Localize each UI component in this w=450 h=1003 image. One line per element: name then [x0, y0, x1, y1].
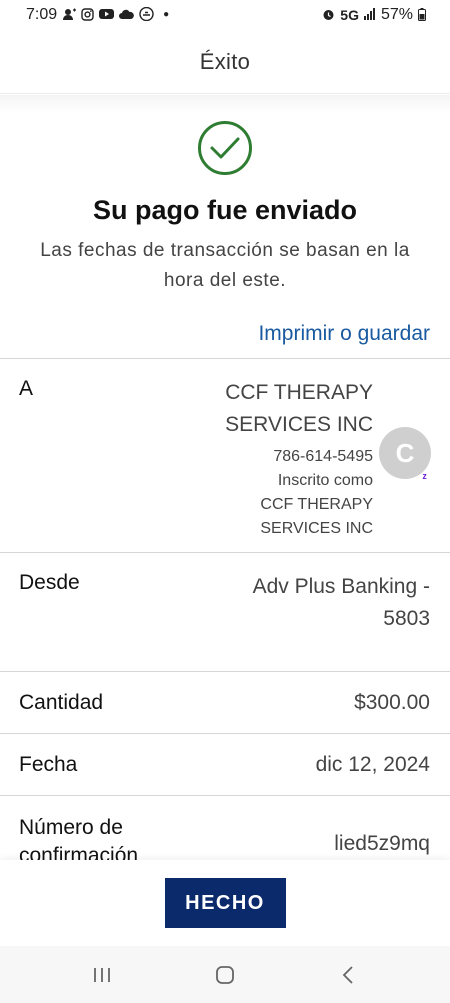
date-value: dic 12, 2024 [315, 752, 430, 776]
date-row: Fecha dic 12, 2024 [0, 733, 450, 795]
status-right: 5G 57% [322, 6, 426, 24]
signal-icon [363, 8, 376, 22]
success-title: Su pago fue enviado [92, 195, 358, 225]
recipient-phone: 786-614-5495 [273, 448, 373, 465]
from-label: Desde [19, 571, 80, 594]
checkmark-icon [198, 121, 252, 175]
youtube-icon [99, 8, 115, 22]
recipient-row: A CCF THERAPY SERVICES INC 786-614-5495 … [0, 358, 450, 552]
home-icon[interactable] [205, 960, 245, 990]
amount-value: $300.00 [354, 690, 430, 714]
system-nav-bar [0, 946, 450, 1003]
notification-dot-icon: ● [163, 9, 170, 20]
confirmation-number: lied5z9mq [334, 832, 430, 855]
network-type: 5G [340, 7, 359, 23]
payment-details: A CCF THERAPY SERVICES INC 786-614-5495 … [0, 358, 450, 860]
recipient-text: CCF THERAPY SERVICES INC 786-614-5495 In… [203, 377, 373, 541]
page-title: Éxito [199, 48, 251, 74]
status-time: 7:09 [26, 6, 58, 23]
confirmation-content[interactable]: Su pago fue enviado Las fechas de transa… [0, 95, 450, 860]
header-shadow [0, 95, 450, 113]
zelle-icon: ᶻ [422, 470, 427, 485]
recent-apps-icon[interactable] [82, 960, 122, 990]
success-subtitle: Las fechas de transacción se basan en la… [40, 240, 410, 291]
avatar-letter: C [395, 437, 415, 468]
recipient-label: A [19, 377, 34, 400]
print-or-save-link[interactable]: Imprimir o guardar [0, 322, 450, 346]
date-label: Fecha [19, 752, 78, 776]
game-controller-icon [139, 6, 154, 23]
confirmation-label: Número de confirmación [19, 816, 139, 860]
amount-row: Cantidad $300.00 [0, 671, 450, 733]
footer-actions: HECHO [0, 860, 450, 946]
avatar: C ᶻ [379, 427, 431, 485]
recipient-enrolled-name: CCF THERAPY SERVICES INC [260, 496, 373, 537]
done-button[interactable]: HECHO [164, 878, 286, 928]
page-header: Éxito [0, 30, 450, 94]
from-row: Desde Adv Plus Banking - 5803 [0, 552, 450, 671]
status-bar: 7:09 ● 5G 57% [0, 0, 450, 30]
recipient-info: CCF THERAPY SERVICES INC 786-614-5495 In… [203, 377, 431, 552]
battery-icon [418, 7, 426, 23]
recipient-name: CCF THERAPY SERVICES INC [225, 381, 373, 436]
cloud-icon [119, 8, 134, 22]
person-icon [62, 8, 77, 23]
confirmation-row: Número de confirmación lied5z9mq [0, 795, 450, 860]
status-left: 7:09 ● [26, 6, 169, 24]
from-account: Adv Plus Banking - 5803 [252, 575, 430, 630]
battery-percent: 57% [380, 6, 413, 23]
back-icon[interactable] [328, 960, 368, 990]
alarm-icon [322, 8, 335, 23]
success-icon-wrap [0, 121, 450, 175]
amount-label: Cantidad [19, 690, 104, 714]
instagram-icon [81, 7, 94, 23]
recipient-enrolled-label: Inscrito como [277, 472, 373, 489]
